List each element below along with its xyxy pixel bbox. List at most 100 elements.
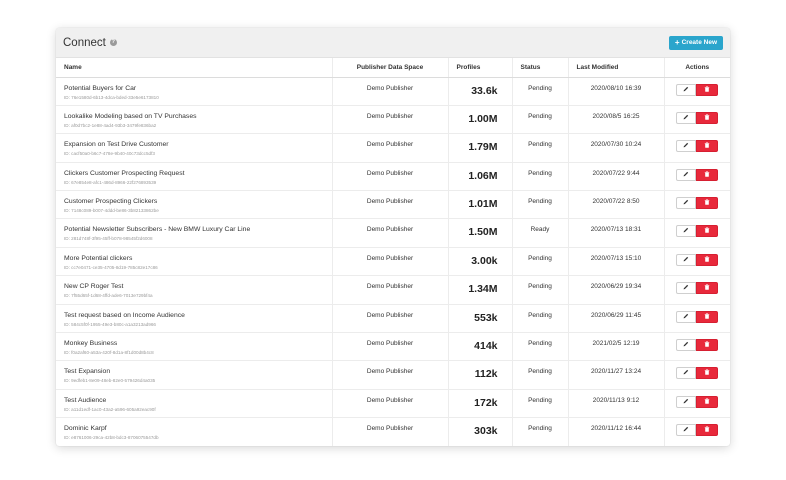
create-new-button[interactable]: + Create New <box>668 35 723 50</box>
pencil-icon <box>683 284 689 292</box>
delete-button[interactable] <box>696 253 719 266</box>
cell-publisher: Demo Publisher <box>332 133 449 163</box>
question-circle-icon[interactable]: ? <box>109 39 117 46</box>
audience-name[interactable]: Expansion on Test Drive Customer <box>64 134 324 148</box>
table-header-row: Name Publisher Data Space Profiles Statu… <box>56 58 730 78</box>
cell-profiles: 3.00k <box>448 247 513 277</box>
audience-id: ID: 67e854e8-afc1-486d-8966-22f276893539 <box>64 179 157 185</box>
table-row[interactable]: Test Audience ID: a11d1edf-1ac0-43a2-a596… <box>56 389 730 419</box>
audience-name[interactable]: Potential Newsletter Subscribers - New B… <box>64 219 324 233</box>
table-row[interactable]: Potential Buyers for Car ID: 76e1580d-6b1… <box>56 77 730 106</box>
edit-button[interactable] <box>676 339 697 352</box>
audience-name[interactable]: Potential Buyers for Car <box>64 78 324 92</box>
pencil-icon <box>683 398 689 406</box>
trash-icon <box>704 256 710 264</box>
delete-button[interactable] <box>696 367 719 380</box>
cell-publisher: Demo Publisher <box>332 105 449 135</box>
edit-button[interactable] <box>676 197 697 210</box>
pencil-icon <box>683 256 689 264</box>
audience-name[interactable]: Customer Prospecting Clickers <box>64 191 324 205</box>
cell-name: New CP Roger Test ID: 7f55d65f-1d68-4ffd-… <box>56 275 333 305</box>
pencil-icon <box>683 369 689 377</box>
edit-button[interactable] <box>676 168 697 181</box>
audience-name[interactable]: Clickers Customer Prospecting Request <box>64 163 324 177</box>
table-row[interactable]: Customer Prospecting Clickers ID: 7148c08… <box>56 190 730 220</box>
cell-last-modified: 2020/06/29 11:45 <box>568 304 665 334</box>
table-row[interactable]: Dominic Karpf ID: e8761006-29ca-42b8-bdc3… <box>56 417 730 446</box>
edit-button[interactable] <box>676 83 697 96</box>
cell-profiles: 1.34M <box>448 275 513 305</box>
cell-name: Clickers Customer Prospecting Request ID:… <box>56 162 333 192</box>
audience-name[interactable]: Lookalike Modeling based on TV Purchases <box>64 106 324 120</box>
table-row[interactable]: Lookalike Modeling based on TV Purchases… <box>56 105 730 135</box>
edit-button[interactable] <box>676 395 697 408</box>
column-header-last-modified[interactable]: Last Modified <box>568 58 665 78</box>
cell-status: Pending <box>512 77 569 106</box>
audience-name[interactable]: Test request based on Income Audience <box>64 305 324 319</box>
delete-button[interactable] <box>696 310 719 323</box>
pencil-icon <box>683 426 689 434</box>
cell-name: More Potential clickers ID: cc7e0471-ce35… <box>56 247 333 277</box>
table-row[interactable]: Test Expansion ID: 9edfeb1-8e09-48eb-82e0… <box>56 360 730 390</box>
table-row[interactable]: Potential Newsletter Subscribers - New B… <box>56 218 730 248</box>
delete-button[interactable] <box>696 168 719 181</box>
last-modified-value: 2021/02/5 12:19 <box>592 340 640 348</box>
cell-actions <box>664 218 730 248</box>
edit-button[interactable] <box>676 111 697 124</box>
table-row[interactable]: More Potential clickers ID: cc7e0471-ce35… <box>56 247 730 277</box>
audience-name[interactable]: Monkey Business <box>64 333 324 347</box>
trash-icon <box>704 341 710 349</box>
delete-button[interactable] <box>696 197 719 210</box>
cell-profiles: 1.00M <box>448 105 513 135</box>
audience-name[interactable]: Test Expansion <box>64 361 324 375</box>
table-row[interactable]: Monkey Business ID: f0a2af60-a53a-420f-8d… <box>56 332 730 362</box>
cell-name: Test Audience ID: a11d1edf-1ac0-43a2-a596… <box>56 389 333 419</box>
edit-button[interactable] <box>676 310 697 323</box>
delete-button[interactable] <box>696 282 719 295</box>
audience-name[interactable]: Dominic Karpf <box>64 418 324 432</box>
cell-name: Expansion on Test Drive Customer ID: cacf… <box>56 133 333 163</box>
cell-status: Pending <box>512 304 569 334</box>
cell-name: Lookalike Modeling based on TV Purchases… <box>56 105 333 135</box>
cell-status: Pending <box>512 190 569 220</box>
last-modified-value: 2020/07/13 15:10 <box>590 254 642 262</box>
edit-button[interactable] <box>676 253 697 266</box>
cell-actions <box>664 360 730 390</box>
audience-name[interactable]: Test Audience <box>64 390 324 404</box>
column-header-publisher[interactable]: Publisher Data Space <box>332 58 449 78</box>
edit-button[interactable] <box>676 367 697 380</box>
table-row[interactable]: Clickers Customer Prospecting Request ID:… <box>56 162 730 192</box>
pencil-icon <box>683 341 689 349</box>
delete-button[interactable] <box>696 424 719 437</box>
delete-button[interactable] <box>696 395 719 408</box>
cell-name: Test Expansion ID: 9edfeb1-8e09-48eb-82e0… <box>56 360 333 390</box>
audience-id: ID: cc7e0471-ce35-4705-8d19-785c82e17c86 <box>64 264 158 270</box>
trash-icon <box>704 398 710 406</box>
column-header-name[interactable]: Name <box>56 58 333 78</box>
column-header-status[interactable]: Status <box>512 58 569 78</box>
cell-actions <box>664 162 730 192</box>
audience-name[interactable]: More Potential clickers <box>64 248 324 262</box>
cell-profiles: 1.06M <box>448 162 513 192</box>
edit-button[interactable] <box>676 225 697 238</box>
create-new-label: Create New <box>681 39 717 46</box>
cell-status: Pending <box>512 389 569 419</box>
table-row[interactable]: New CP Roger Test ID: 7f55d65f-1d68-4ffd-… <box>56 275 730 305</box>
cell-publisher: Demo Publisher <box>332 190 449 220</box>
delete-button[interactable] <box>696 339 719 352</box>
delete-button[interactable] <box>696 111 719 124</box>
audience-id: ID: 281d748f-3f95-45ff-b078-98545f2d6008 <box>64 236 153 242</box>
delete-button[interactable] <box>696 83 719 96</box>
audience-name[interactable]: New CP Roger Test <box>64 276 324 290</box>
trash-icon <box>704 426 710 434</box>
edit-button[interactable] <box>676 424 697 437</box>
cell-last-modified: 2020/11/13 9:12 <box>568 389 665 419</box>
delete-button[interactable] <box>696 140 719 153</box>
table-row[interactable]: Expansion on Test Drive Customer ID: cacf… <box>56 133 730 163</box>
table-row[interactable]: Test request based on Income Audience ID:… <box>56 304 730 334</box>
audience-table: Name Publisher Data Space Profiles Statu… <box>56 58 730 446</box>
edit-button[interactable] <box>676 282 697 295</box>
edit-button[interactable] <box>676 140 697 153</box>
column-header-profiles[interactable]: Profiles <box>448 58 513 78</box>
delete-button[interactable] <box>696 225 719 238</box>
